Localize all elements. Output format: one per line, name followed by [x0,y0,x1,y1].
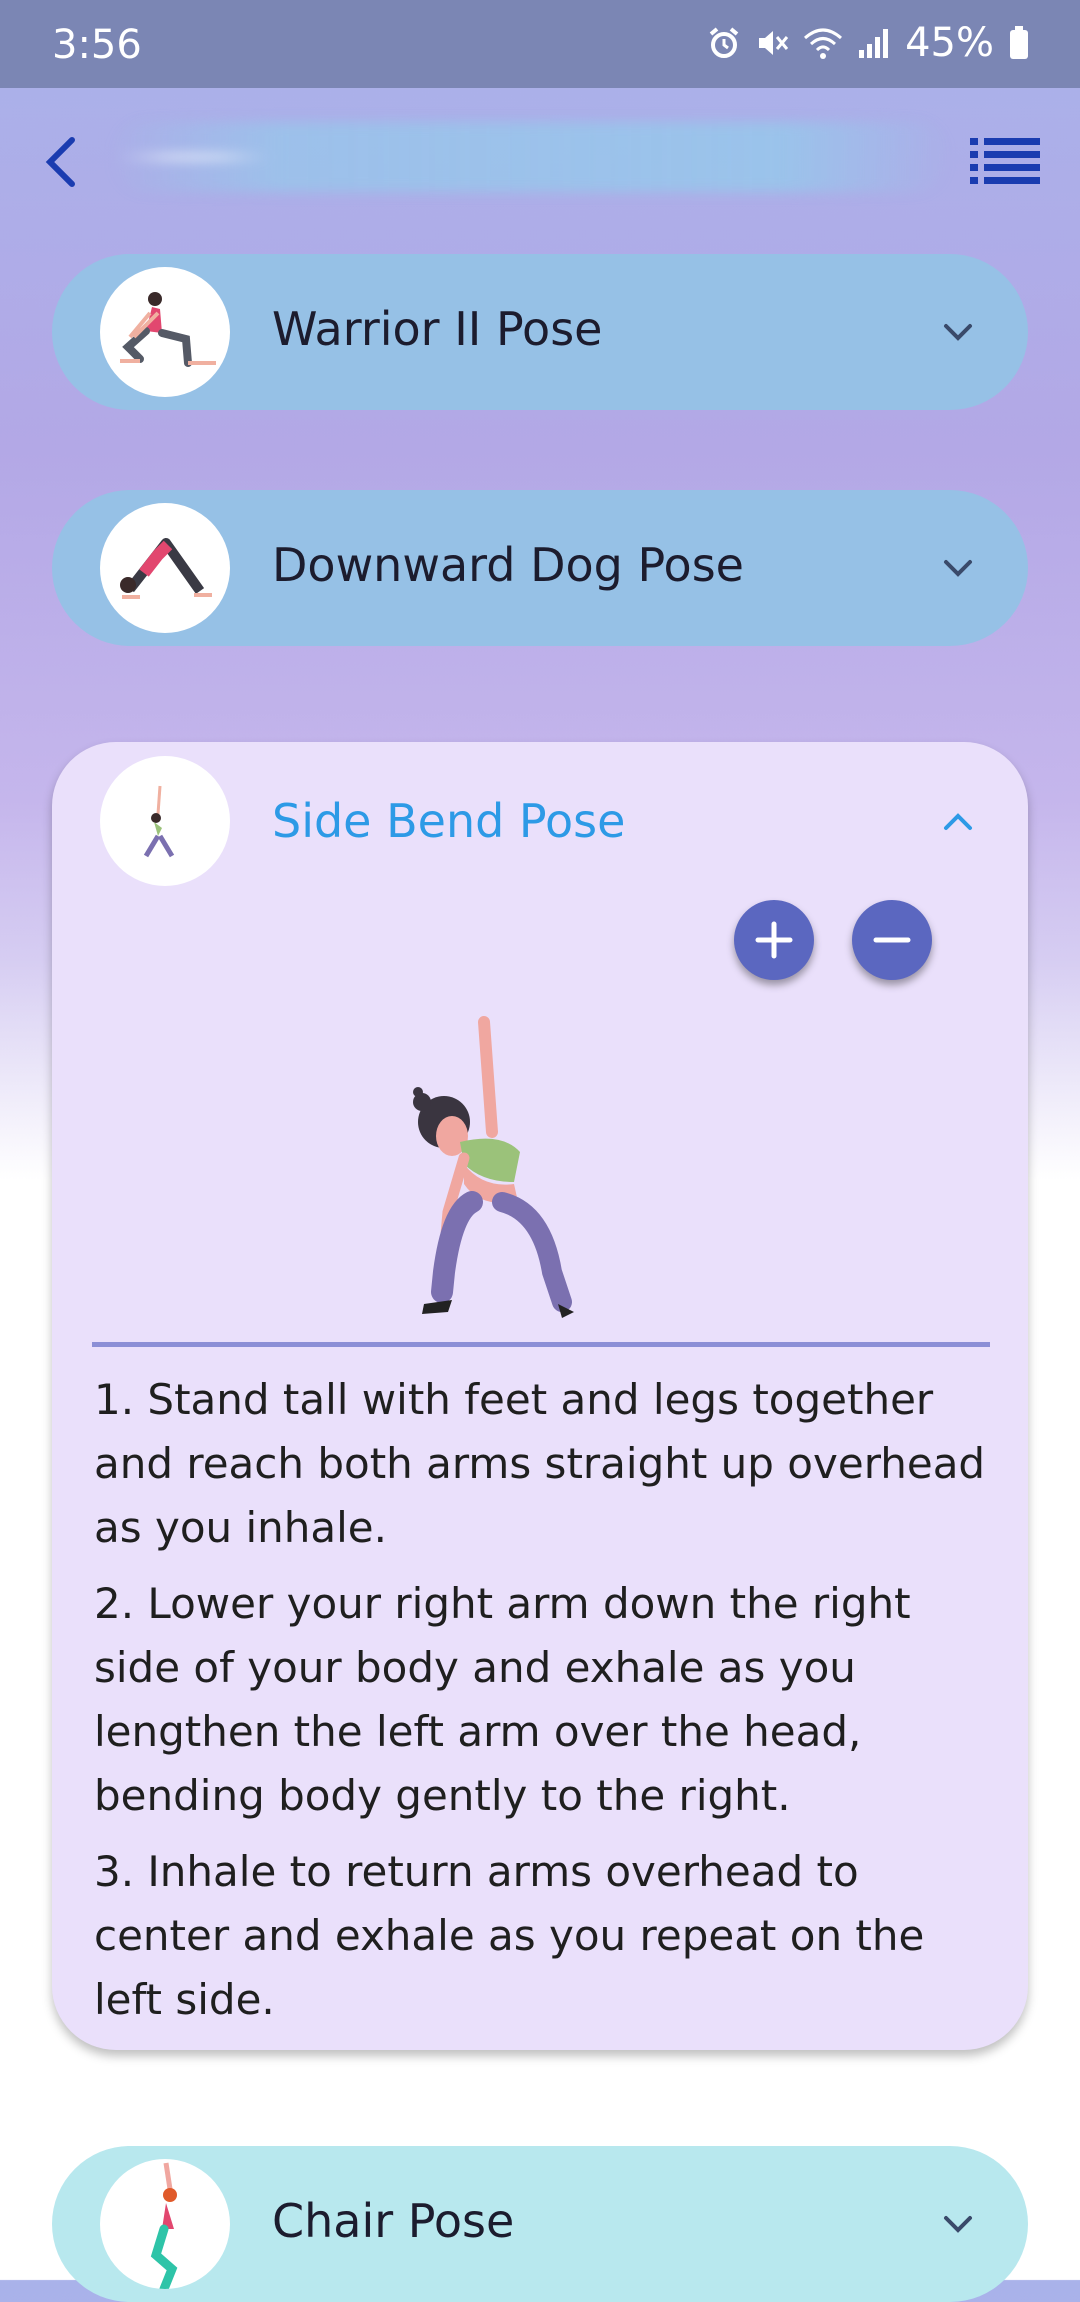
instructions-list: 1. Stand tall with feet and legs togethe… [94,1368,994,2044]
header-title-blurred [110,122,950,192]
pose-card-side-bend-expanded[interactable]: Side Bend Pose 1. Stand tall with feet a… [52,742,1028,2050]
wifi-icon [804,28,843,59]
status-bar: 3:56 45% [0,0,1080,88]
list-icon [970,138,1040,184]
pose-card-chair[interactable]: Chair Pose [52,2146,1028,2302]
zoom-out-button[interactable] [852,900,932,980]
instruction-step: 2. Lower your right arm down the right s… [94,1579,911,1820]
status-time: 3:56 [52,22,142,68]
side-bend-pose-illustration [413,1016,574,1318]
downward-dog-illustration [120,538,212,599]
divider [92,1342,990,1347]
chair-pose-illustration [150,2162,178,2289]
pose-name: Side Bend Pose [272,794,626,848]
menu-list-button[interactable] [970,136,1040,186]
pose-thumbnail [100,267,230,397]
chevron-down-icon[interactable] [938,548,978,588]
status-icons: 45% [707,20,1030,66]
pose-card-downward-dog[interactable]: Downward Dog Pose [52,490,1028,646]
minus-icon [873,937,911,943]
pose-thumbnail [100,756,230,886]
pose-card-warrior-ii[interactable]: Warrior II Pose [52,254,1028,410]
mute-icon [759,31,789,55]
battery-icon [1010,26,1028,59]
plus-icon [755,921,793,959]
side-bend-thumbnail-illustration [143,785,175,858]
back-button[interactable] [32,130,96,194]
chevron-left-icon [45,137,75,187]
battery-percent: 45% [905,20,994,66]
signal-icon [859,29,889,58]
pose-thumbnail [100,2159,230,2289]
instruction-step: 1. Stand tall with feet and legs togethe… [94,1375,986,1552]
pose-name: Downward Dog Pose [272,538,744,592]
pose-name: Chair Pose [272,2194,515,2248]
chevron-down-icon[interactable] [938,2204,978,2244]
alarm-icon [709,27,739,58]
pose-thumbnail [100,503,230,633]
zoom-in-button[interactable] [734,900,814,980]
warrior-pose-illustration [120,292,216,367]
pose-name: Warrior II Pose [272,302,603,356]
chevron-up-icon[interactable] [938,802,978,842]
chevron-down-icon[interactable] [938,312,978,352]
instruction-step: 3. Inhale to return arms overhead to cen… [94,1847,925,2024]
